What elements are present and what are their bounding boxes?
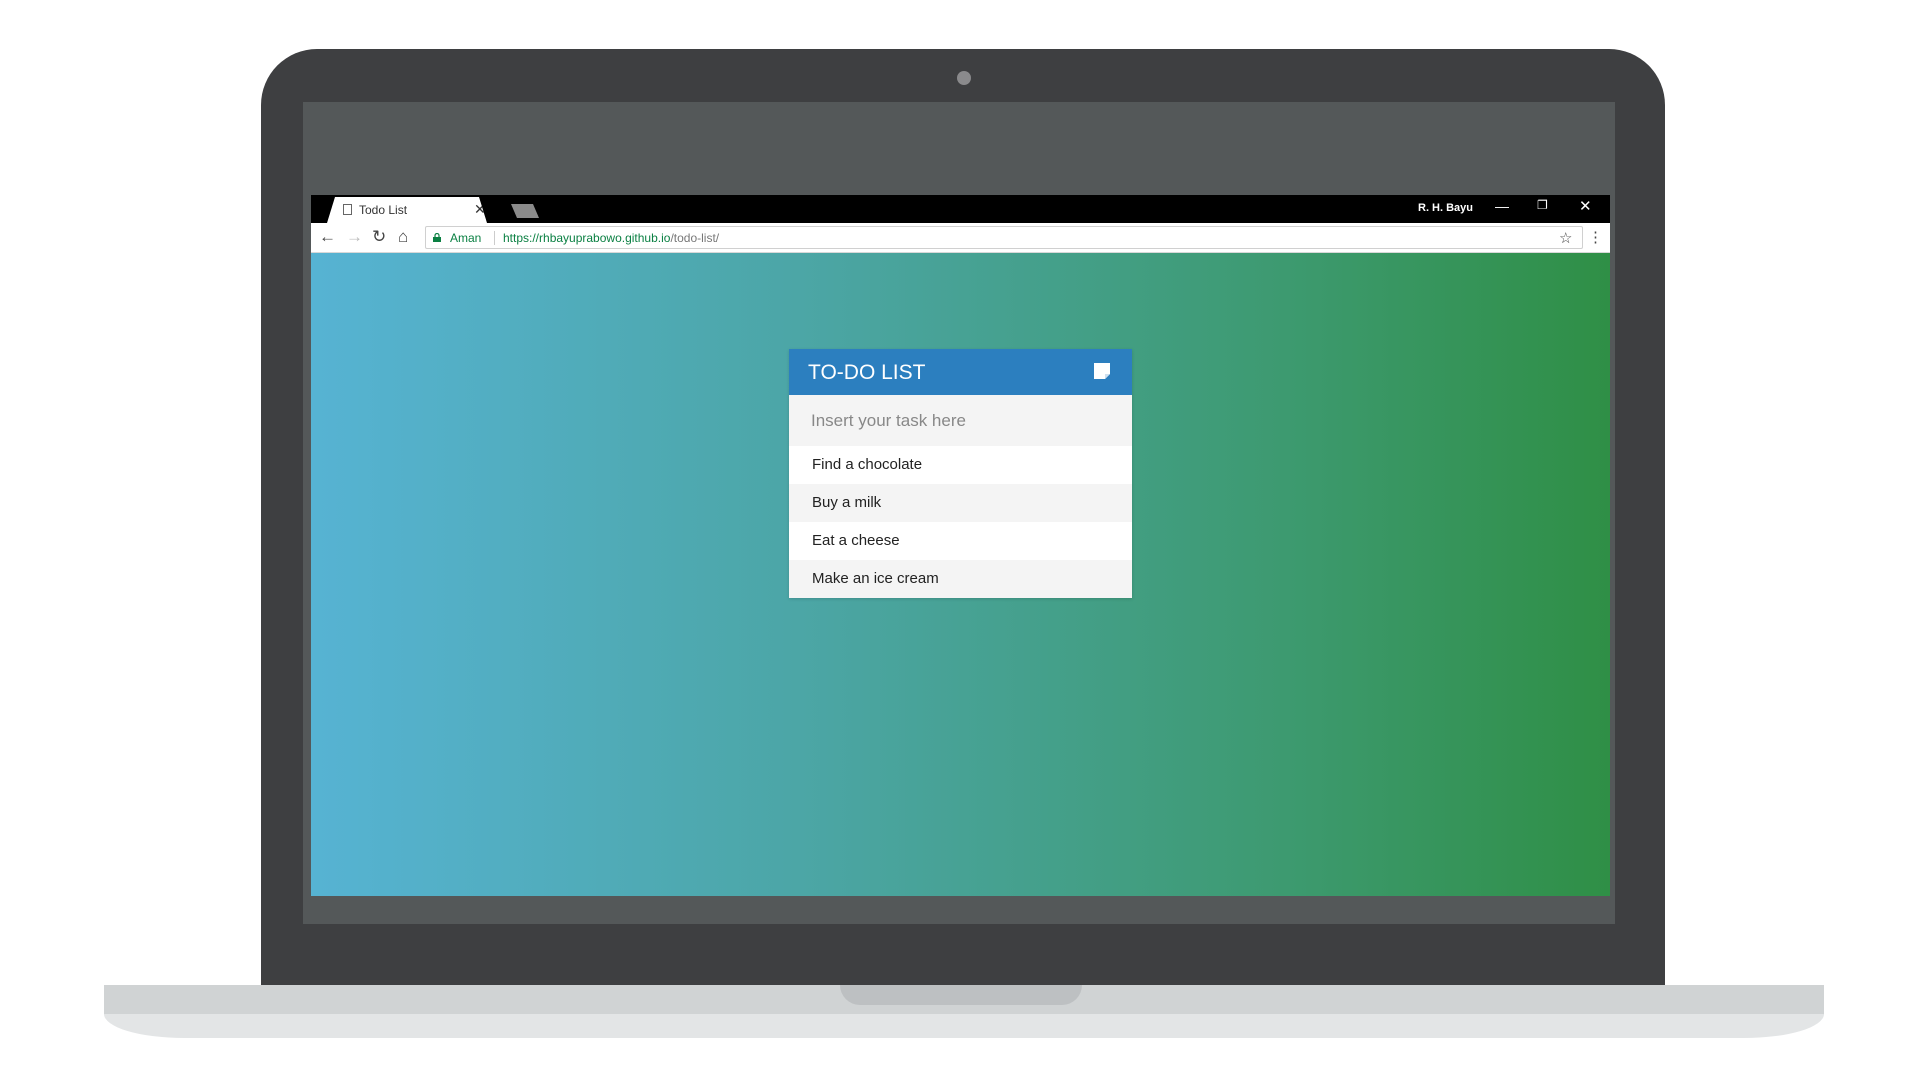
lock-icon bbox=[433, 233, 441, 242]
menu-icon[interactable]: ⋮ bbox=[1588, 228, 1603, 246]
todo-title: TO-DO LIST bbox=[808, 361, 926, 384]
new-tab-button[interactable] bbox=[511, 204, 539, 218]
todo-item[interactable]: Eat a cheese bbox=[789, 522, 1132, 560]
page-viewport: TO-DO LIST Find a chocolate Buy a milk E… bbox=[311, 253, 1610, 896]
tab-bar: Todo List ✕ R. H. Bayu — ❐ ✕ bbox=[311, 195, 1610, 223]
forward-icon[interactable]: → bbox=[346, 228, 363, 246]
url-text[interactable]: https://rhbayuprabowo.github.io/todo-lis… bbox=[503, 231, 719, 245]
todo-card: TO-DO LIST Find a chocolate Buy a milk E… bbox=[789, 349, 1132, 598]
back-icon[interactable]: ← bbox=[319, 228, 336, 246]
camera-icon bbox=[957, 71, 971, 85]
todo-item[interactable]: Find a chocolate bbox=[789, 446, 1132, 484]
browser-window: Todo List ✕ R. H. Bayu — ❐ ✕ ← → ↻ ⌂ Ama… bbox=[311, 195, 1610, 896]
todo-item[interactable]: Buy a milk bbox=[789, 484, 1132, 522]
close-icon[interactable]: ✕ bbox=[474, 201, 486, 218]
todo-list: Find a chocolate Buy a milk Eat a cheese… bbox=[789, 446, 1132, 598]
url-path: /todo-list/ bbox=[670, 231, 720, 245]
browser-toolbar: ← → ↻ ⌂ Aman https://rhbayuprabowo.githu… bbox=[311, 223, 1610, 253]
window-close-icon[interactable]: ✕ bbox=[1579, 197, 1592, 215]
profile-name[interactable]: R. H. Bayu bbox=[1418, 202, 1473, 214]
url-base: https://rhbayuprabowo.github.io bbox=[503, 231, 671, 245]
divider bbox=[494, 231, 495, 245]
page-icon bbox=[343, 204, 352, 215]
todo-item[interactable]: Make an ice cream bbox=[789, 560, 1132, 598]
laptop-notch bbox=[840, 985, 1082, 1005]
tab-title: Todo List bbox=[359, 203, 408, 217]
secure-label: Aman bbox=[450, 231, 482, 245]
home-icon[interactable]: ⌂ bbox=[398, 228, 408, 246]
tab-todo-list[interactable]: Todo List ✕ bbox=[327, 197, 487, 223]
reload-icon[interactable]: ↻ bbox=[372, 228, 386, 246]
star-icon[interactable]: ☆ bbox=[1559, 229, 1572, 247]
todo-header: TO-DO LIST bbox=[789, 349, 1132, 395]
minimize-icon[interactable]: — bbox=[1495, 198, 1509, 214]
task-input[interactable] bbox=[789, 395, 1132, 446]
restore-icon[interactable]: ❐ bbox=[1537, 198, 1548, 212]
laptop-base-bottom bbox=[104, 1014, 1824, 1038]
address-bar[interactable]: Aman https://rhbayuprabowo.github.io/tod… bbox=[425, 226, 1583, 249]
note-icon[interactable] bbox=[1092, 361, 1112, 381]
